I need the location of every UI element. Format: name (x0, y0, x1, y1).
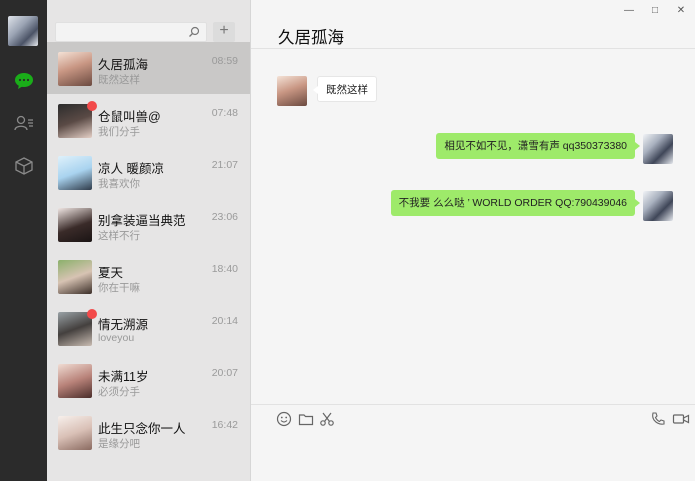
contact-preview: 必须分手 (98, 386, 140, 398)
contacts-icon (13, 115, 33, 131)
avatar (58, 312, 92, 346)
video-call-icon[interactable] (672, 411, 690, 427)
phone-icon[interactable] (650, 411, 666, 427)
avatar (58, 364, 92, 398)
contact-name: 未满11岁 (98, 370, 149, 384)
contact-name: 别拿装逼当典范 (98, 214, 186, 228)
search-icon (189, 26, 200, 37)
chat-title: 久居孤海 (278, 29, 344, 47)
avatar (58, 208, 92, 242)
avatar (58, 416, 92, 450)
navigation-rail (0, 0, 47, 481)
close-button[interactable]: ✕ (675, 4, 687, 16)
chat-list-panel: + 久居孤海 08:59 既然这样 仓鼠叫兽@ 07:48 我们分手 凉人 暖颜… (47, 0, 251, 481)
avatar (58, 260, 92, 294)
contact-time: 16:42 (211, 419, 238, 431)
search-field[interactable] (55, 22, 207, 42)
message-bubble-outgoing: 不我要 么么哒 ’ WORLD ORDER QQ:790439046 (390, 190, 641, 216)
search-input[interactable] (56, 23, 186, 41)
unread-badge (87, 101, 97, 111)
contact-name: 凉人 暖颜凉 (98, 162, 164, 176)
nav-contacts[interactable] (0, 110, 47, 136)
contact-preview: loveyou (98, 332, 135, 344)
contact-time: 20:14 (211, 315, 238, 327)
contact-item[interactable]: 久居孤海 08:59 既然这样 (47, 42, 250, 94)
minimize-button[interactable]: — (623, 4, 635, 16)
contact-time: 23:06 (211, 211, 238, 223)
contact-name: 久居孤海 (98, 58, 149, 72)
contact-item[interactable]: 此生只念你一人 16:42 是缘分吧 (47, 406, 250, 458)
avatar (58, 104, 92, 138)
emoji-icon[interactable] (276, 411, 292, 427)
contact-preview: 是缘分吧 (98, 438, 140, 450)
contact-item[interactable]: 别拿装逼当典范 23:06 这样不行 (47, 198, 250, 250)
divider (251, 48, 695, 49)
contact-preview: 我们分手 (98, 126, 140, 138)
search-bar: + (55, 22, 250, 42)
avatar (58, 156, 92, 190)
message-bubble-outgoing: 相见不如不见，潇雪有声 qq350373380 (436, 133, 640, 159)
contact-time: 20:07 (211, 367, 238, 379)
contact-list: 久居孤海 08:59 既然这样 仓鼠叫兽@ 07:48 我们分手 凉人 暖颜凉 … (47, 42, 250, 458)
my-avatar[interactable] (8, 16, 38, 46)
contact-item[interactable]: 未满11岁 20:07 必须分手 (47, 354, 250, 406)
contact-item[interactable]: 情无溯源 20:14 loveyou (47, 302, 250, 354)
contact-item[interactable]: 夏天 18:40 你在干嘛 (47, 250, 250, 302)
scissors-icon[interactable] (319, 411, 335, 427)
contact-time: 18:40 (211, 263, 238, 275)
contact-preview: 我喜欢你 (98, 178, 140, 190)
contact-name: 夏天 (98, 266, 124, 280)
folder-icon[interactable] (298, 411, 314, 427)
contact-item[interactable]: 仓鼠叫兽@ 07:48 我们分手 (47, 94, 250, 146)
cube-icon (14, 157, 33, 175)
contact-name: 仓鼠叫兽@ (98, 110, 161, 124)
message-bubble-incoming: 既然这样 (313, 76, 377, 102)
avatar[interactable] (277, 76, 307, 106)
add-chat-button[interactable]: + (213, 22, 235, 42)
window-controls: — □ ✕ (623, 4, 687, 16)
nav-favorites[interactable] (0, 153, 47, 179)
contact-preview: 你在干嘛 (98, 282, 140, 294)
chat-bubble-icon (14, 73, 33, 89)
chat-panel: — □ ✕ 久居孤海 既然这样 相见不如不见，潇雪有声 qq350373380 … (251, 0, 695, 481)
contact-time: 07:48 (211, 107, 238, 119)
divider (251, 404, 695, 405)
contact-name: 情无溯源 (98, 318, 149, 332)
contact-time: 21:07 (211, 159, 238, 171)
contact-time: 08:59 (211, 55, 238, 67)
avatar[interactable] (643, 191, 673, 221)
nav-chat[interactable] (0, 68, 47, 94)
contact-name: 此生只念你一人 (98, 422, 186, 436)
unread-badge (87, 309, 97, 319)
contact-preview: 这样不行 (98, 230, 140, 242)
avatar (58, 52, 92, 86)
contact-item[interactable]: 凉人 暖颜凉 21:07 我喜欢你 (47, 146, 250, 198)
contact-preview: 既然这样 (98, 74, 140, 86)
maximize-button[interactable]: □ (649, 4, 661, 16)
avatar[interactable] (643, 134, 673, 164)
